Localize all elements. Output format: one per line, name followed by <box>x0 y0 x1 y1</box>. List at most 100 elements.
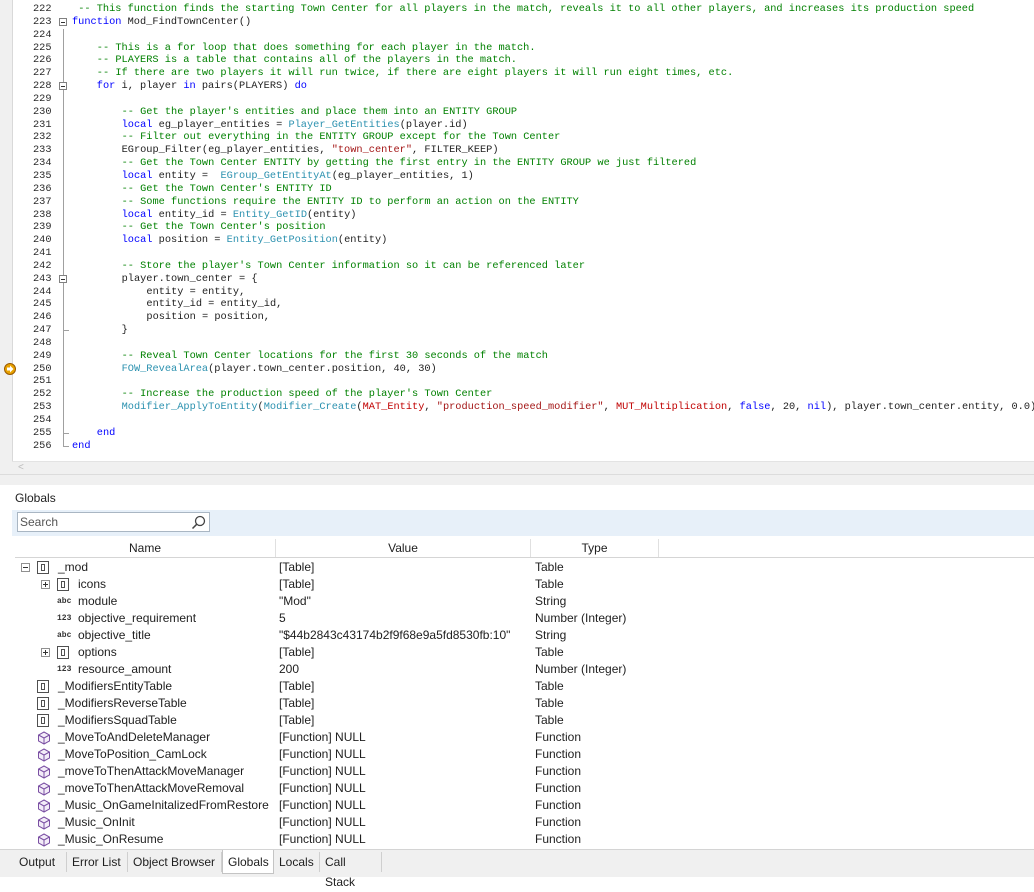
collapse-icon[interactable] <box>59 17 67 26</box>
tab-call-stack[interactable]: Call Stack <box>320 852 382 889</box>
code-line[interactable]: 230 -- Get the player's entities and plac… <box>12 105 1034 119</box>
code-line[interactable]: 240 local position = Entity_GetPosition(e… <box>12 234 1034 248</box>
column-header-name[interactable]: Name <box>15 541 275 555</box>
code-line[interactable]: 242 -- Store the player's Town Center inf… <box>12 259 1034 273</box>
code-line[interactable]: 244 entity = entity, <box>12 285 1034 299</box>
table-row[interactable]: _moveToThenAttackMoveManager [Function] N… <box>15 763 1034 780</box>
row-value: [Function] NULL <box>279 815 366 829</box>
table-row[interactable]: abc module "Mod" String <box>15 593 1034 610</box>
tab-output[interactable]: Output <box>14 852 67 872</box>
code-token: (player.id) <box>399 118 468 131</box>
code-line[interactable]: 254 <box>12 414 1034 427</box>
expand-icon[interactable] <box>41 580 50 589</box>
collapse-icon[interactable] <box>59 82 67 91</box>
code-line[interactable]: 224 <box>12 28 1034 42</box>
row-name: options <box>78 645 117 659</box>
code-line[interactable]: 237 -- Some functions require the ENTITY … <box>12 195 1034 209</box>
table-row[interactable]: 123 resource_amount 200 Number (Integer) <box>15 661 1034 678</box>
code-token: } <box>121 324 128 337</box>
table-row[interactable]: _mod [Table] Table <box>15 559 1034 576</box>
code-line[interactable]: 225 -- This is a for loop that does somet… <box>12 41 1034 55</box>
panel-splitter[interactable] <box>0 474 1034 485</box>
column-divider[interactable] <box>658 539 659 557</box>
table-row[interactable]: _ModifiersEntityTable [Table] Table <box>15 678 1034 695</box>
line-number: 256 <box>33 439 52 452</box>
fold-guide <box>63 54 64 68</box>
code-line[interactable]: 255 end <box>12 426 1034 440</box>
table-row[interactable]: _Music_OnResume [Function] NULL Function <box>15 831 1034 848</box>
table-row[interactable]: _ModifiersReverseTable [Table] Table <box>15 695 1034 712</box>
code-line[interactable]: 238 local entity_id = Entity_GetID(entity… <box>12 208 1034 222</box>
table-row[interactable]: 123 objective_requirement 5 Number (Integer… <box>15 610 1034 627</box>
function-icon <box>37 799 51 813</box>
table-row[interactable]: _moveToThenAttackMoveRemoval [Function] N… <box>15 780 1034 797</box>
code-line[interactable]: 222 -- This function finds the starting T… <box>12 3 1034 16</box>
code-line[interactable]: 239 -- Get the Town Center's position <box>12 221 1034 235</box>
table-row[interactable]: _MoveToPosition_CamLock [Function] NULL Fu… <box>15 746 1034 763</box>
search-icon[interactable] <box>191 515 206 530</box>
code-line[interactable]: 248 <box>12 336 1034 350</box>
tab-locals[interactable]: Locals <box>274 852 320 872</box>
code-line[interactable]: 228 for i, player in pairs(PLAYERS) do <box>12 80 1034 93</box>
code-line[interactable]: 245 entity_id = entity_id, <box>12 298 1034 312</box>
table-row[interactable]: _ModifiersSquadTable [Table] Table <box>15 712 1034 729</box>
code-line[interactable]: 246 position = position, <box>12 311 1034 325</box>
code-line[interactable]: 233 EGroup_Filter(eg_player_entities, "to… <box>12 144 1034 158</box>
tab-object-browser[interactable]: Object Browser <box>128 852 222 872</box>
table-row[interactable]: icons [Table] Table <box>15 576 1034 593</box>
code-lines[interactable]: 222 -- This function finds the starting T… <box>4 3 1034 453</box>
code-line[interactable]: 234 -- Get the Town Center ENTITY by gett… <box>12 157 1034 170</box>
code-token: (player.town_center.position, 40, 30) <box>208 362 437 375</box>
code-line[interactable]: 235 local entity = EGroup_GetEntityAt(eg_… <box>12 169 1034 183</box>
code-text: -- If there are two players it will run … <box>97 67 733 80</box>
fold-end-mark <box>63 432 69 434</box>
tab-error-list[interactable]: Error List <box>67 852 128 872</box>
code-line[interactable]: 223 function Mod_FindTownCenter() <box>12 16 1034 29</box>
table-row[interactable]: _Music_OnGameInitalizedFromRestore [Funct… <box>15 797 1034 814</box>
fold-guide <box>63 144 64 158</box>
code-editor[interactable]: 222 -- This function finds the starting T… <box>0 0 1034 474</box>
code-line[interactable]: 250 FOW_RevealArea(player.town_center.pos… <box>4 362 1034 376</box>
code-token: local <box>121 208 153 221</box>
code-line[interactable]: 226 -- PLAYERS is a table that contains a… <box>12 54 1034 68</box>
code-token: in <box>183 80 196 93</box>
table-row[interactable]: abc objective_title "$44b2843c43174b2f9f68… <box>15 627 1034 644</box>
code-line[interactable]: 236 -- Get the Town Center's ENTITY ID <box>12 182 1034 196</box>
code-line[interactable]: 241 <box>12 247 1034 260</box>
expand-icon[interactable] <box>41 648 50 657</box>
line-number: 229 <box>33 92 52 105</box>
breakpoint-arrow-icon[interactable] <box>4 362 16 375</box>
collapse-icon[interactable] <box>21 563 30 572</box>
code-text: -- PLAYERS is a table that contains all … <box>97 54 517 67</box>
table-row[interactable]: _MoveToAndDeleteManager [Function] NULL Fu… <box>15 729 1034 746</box>
code-token: do <box>294 80 307 93</box>
code-line[interactable]: 251 <box>12 375 1034 389</box>
horizontal-scrollbar[interactable]: < <box>12 461 1034 474</box>
code-line[interactable]: 247} <box>12 324 1034 337</box>
code-line[interactable]: 231 local eg_player_entities = Player_Get… <box>12 118 1034 132</box>
search-box[interactable] <box>17 512 210 532</box>
code-text: -- Increase the production speed of the … <box>122 388 493 401</box>
code-line[interactable]: 243 player.town_center = { <box>12 272 1034 286</box>
code-line[interactable]: 249 -- Reveal Town Center locations for t… <box>12 349 1034 363</box>
code-line[interactable]: 229 <box>12 92 1034 106</box>
code-line[interactable]: 227 -- If there are two players it will r… <box>12 67 1034 81</box>
table-row[interactable]: options [Table] Table <box>15 644 1034 661</box>
column-header-type[interactable]: Type <box>531 541 658 555</box>
row-name: _ModifiersEntityTable <box>58 679 173 693</box>
code-token: entity_id = <box>152 208 233 221</box>
code-line[interactable]: 232 -- Filter out everything in the ENTIT… <box>12 131 1034 145</box>
scroll-left-icon[interactable]: < <box>18 462 24 473</box>
collapse-icon[interactable] <box>59 274 67 283</box>
code-line[interactable]: 253 Modifier_ApplyToEntity(Modifier_Creat… <box>12 401 1034 414</box>
fold-guide <box>63 349 64 363</box>
tab-globals[interactable]: Globals <box>222 850 274 874</box>
code-line[interactable]: 256 end <box>12 439 1034 453</box>
table-row[interactable]: _Music_OnInit [Function] NULL Function <box>15 814 1034 831</box>
column-header-value[interactable]: Value <box>276 541 530 555</box>
code-line[interactable]: 252 -- Increase the production speed of t… <box>12 388 1034 402</box>
search-input[interactable] <box>20 514 185 530</box>
code-token: Entity_GetPosition <box>226 234 338 247</box>
code-text: local position = Entity_GetPosition(enti… <box>122 234 388 247</box>
code-token: -- Some functions require the ENTITY ID … <box>121 195 579 208</box>
